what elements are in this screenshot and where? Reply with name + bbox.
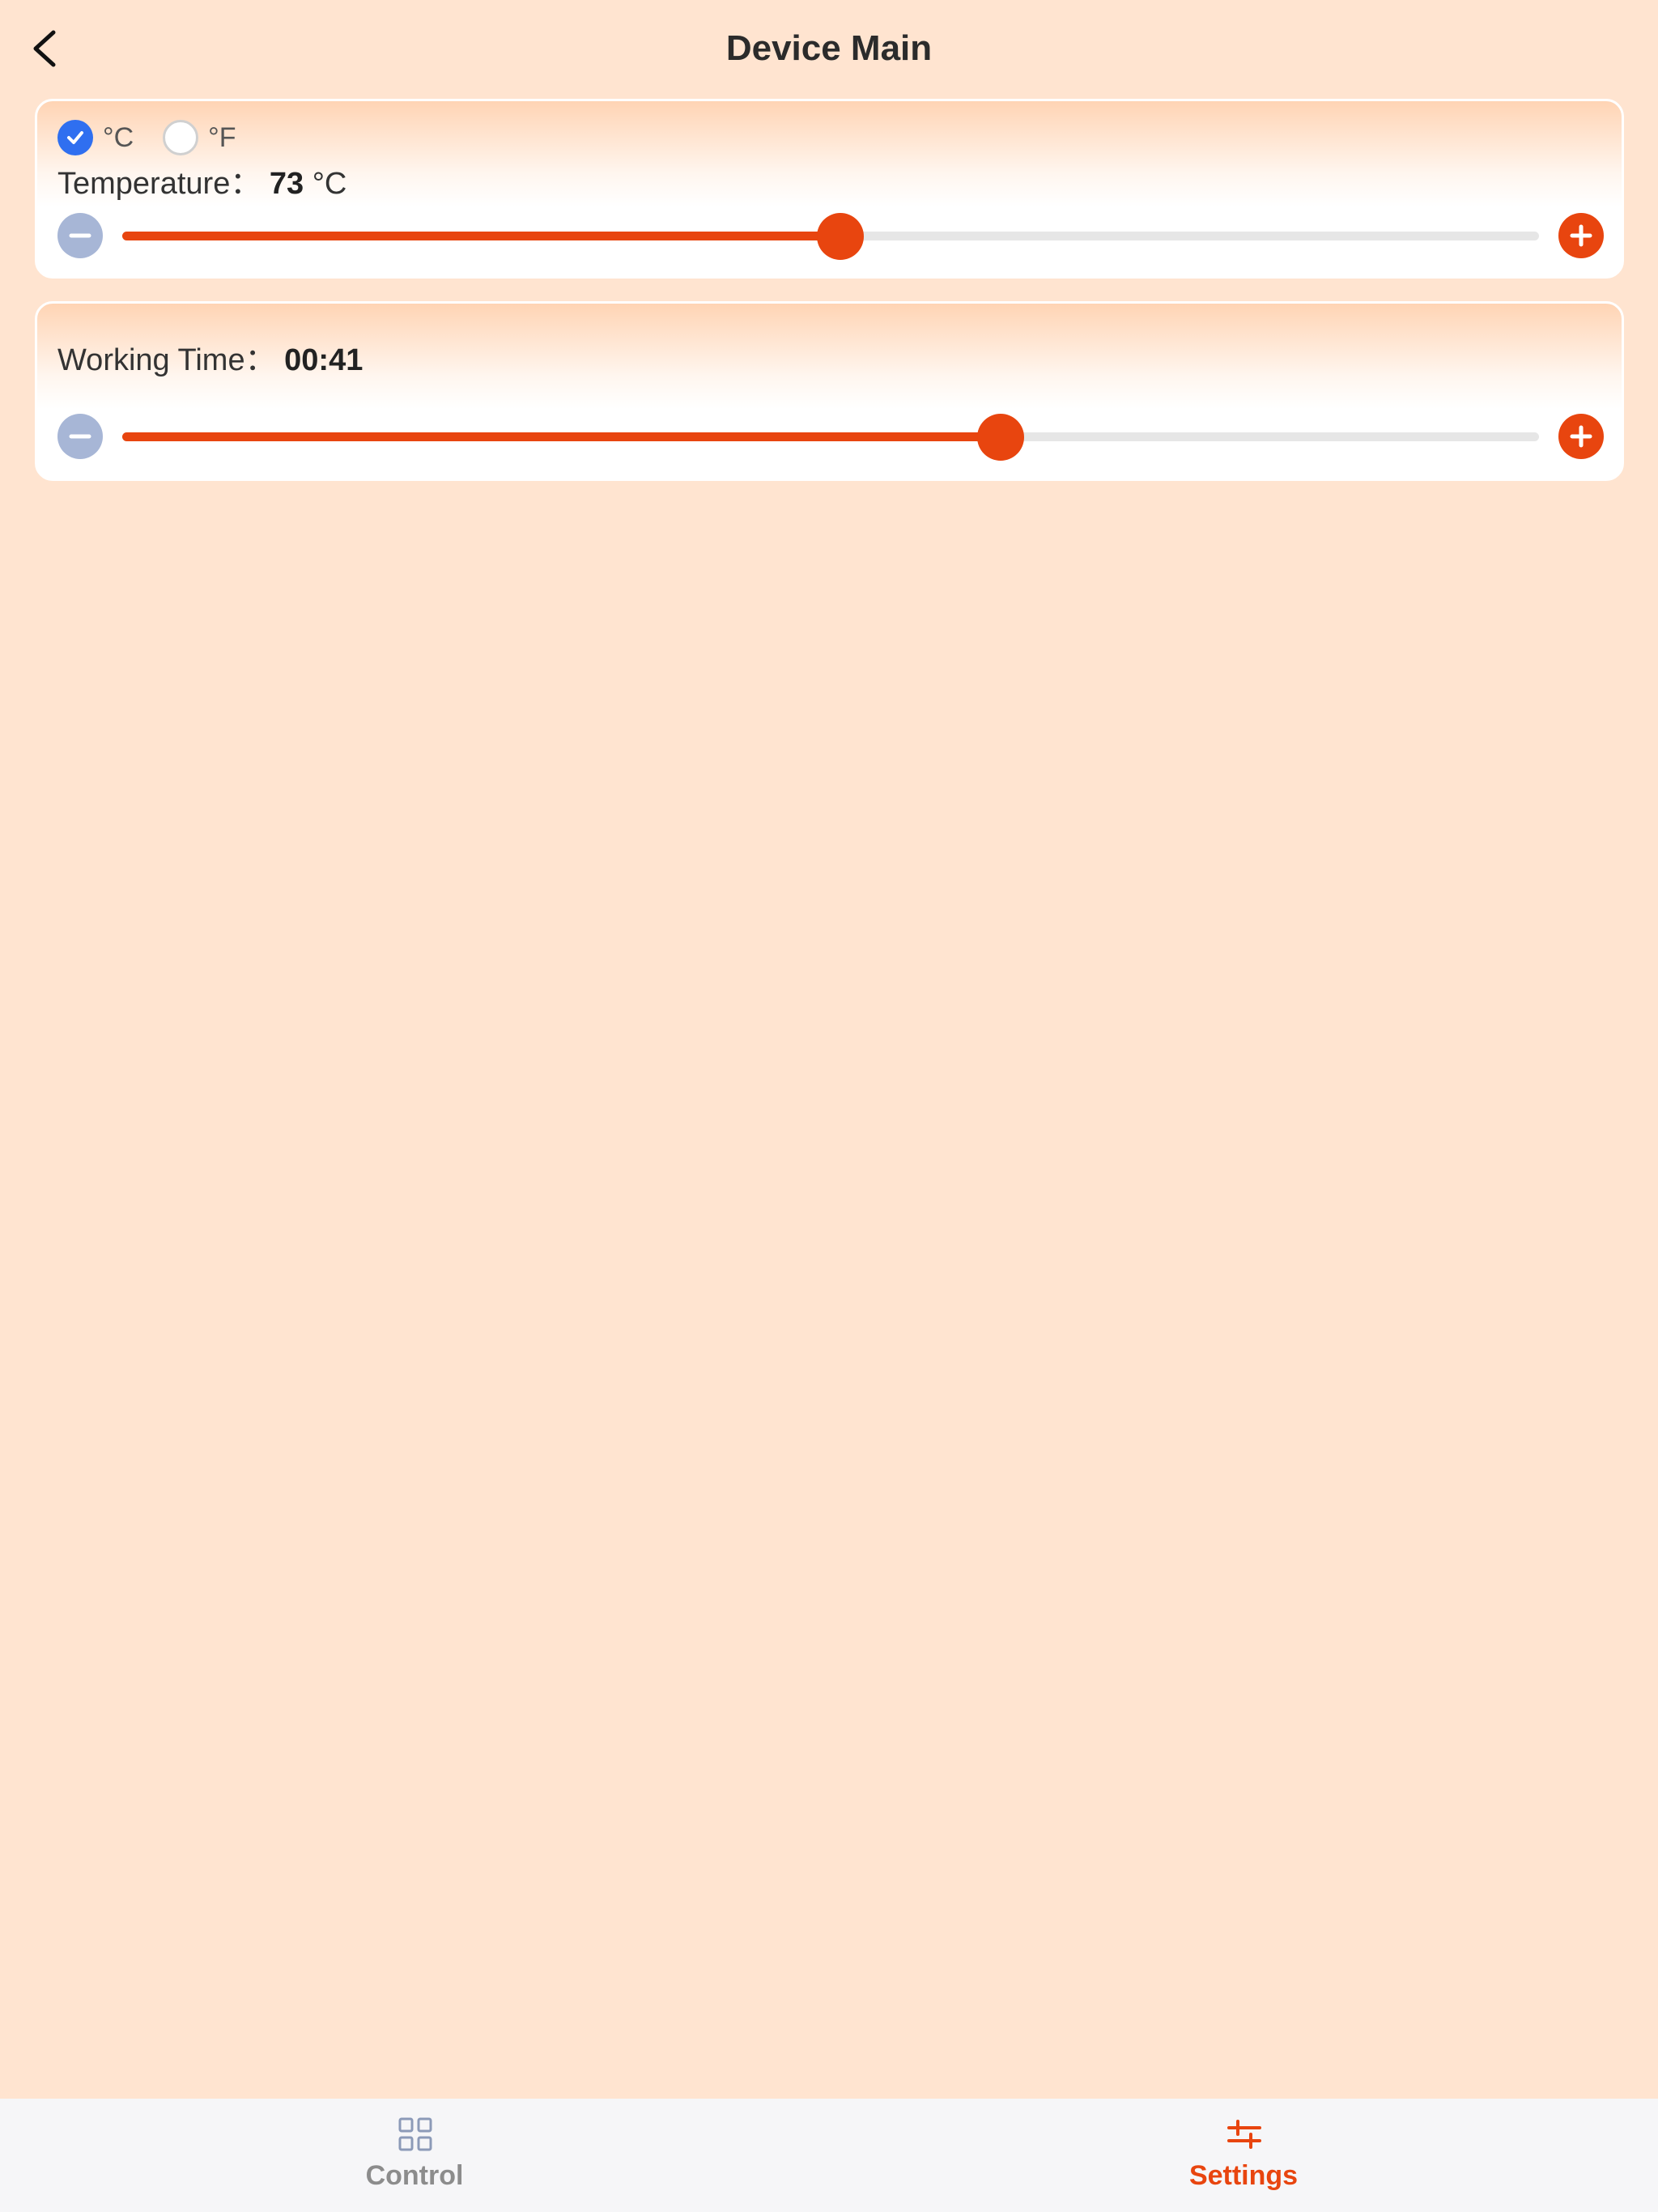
temperature-unit: °C <box>312 167 347 201</box>
unit-selector: °C °F <box>57 119 266 156</box>
working-time-slider-row <box>57 412 1604 461</box>
minus-icon <box>69 233 91 238</box>
temperature-slider-thumb[interactable] <box>817 213 865 260</box>
celsius-radio[interactable]: °C <box>57 120 134 155</box>
minus-icon <box>69 434 91 439</box>
working-time-decrease-button[interactable] <box>57 414 103 459</box>
plus-icon <box>1570 224 1592 247</box>
sliders-icon <box>1227 2120 1261 2149</box>
temperature-readout: Temperature： 73 °C <box>57 158 346 202</box>
temperature-increase-button[interactable] <box>1558 213 1604 258</box>
temperature-label: Temperature： <box>57 167 261 201</box>
tab-control-label: Control <box>365 2160 464 2191</box>
tab-settings-label: Settings <box>1188 2160 1299 2191</box>
celsius-label: °C <box>103 121 134 153</box>
plus-icon <box>1570 425 1592 448</box>
checked-radio-icon <box>57 120 93 155</box>
temperature-slider-row <box>57 211 1604 260</box>
temperature-value: 73 <box>269 167 304 201</box>
unchecked-radio-icon <box>163 120 199 155</box>
page-title: Device Main <box>725 28 933 68</box>
working-time-slider-fill <box>122 432 1001 441</box>
working-time-label: Working Time： <box>57 343 276 377</box>
temperature-slider[interactable] <box>122 213 1539 260</box>
grid-icon <box>398 2117 432 2151</box>
working-time-increase-button[interactable] <box>1558 414 1604 459</box>
tab-control[interactable]: Control <box>0 2099 829 2212</box>
check-icon <box>67 131 83 144</box>
working-time-readout: Working Time： 00:41 <box>57 334 363 379</box>
working-time-slider-thumb[interactable] <box>977 414 1024 461</box>
temperature-decrease-button[interactable] <box>57 213 103 258</box>
temperature-card: °C °F Temperature： 73 °C <box>35 99 1624 279</box>
working-time-slider[interactable] <box>122 414 1539 461</box>
working-time-value: 00:41 <box>284 343 363 377</box>
working-time-card: Working Time： 00:41 <box>35 301 1624 481</box>
header: Device Main <box>0 0 1658 97</box>
fahrenheit-label: °F <box>208 121 236 153</box>
fahrenheit-radio[interactable]: °F <box>163 120 236 155</box>
tab-settings[interactable]: Settings <box>829 2099 1658 2212</box>
bottom-tab-bar: Control Settings <box>0 2099 1658 2212</box>
temperature-slider-fill <box>122 232 841 240</box>
